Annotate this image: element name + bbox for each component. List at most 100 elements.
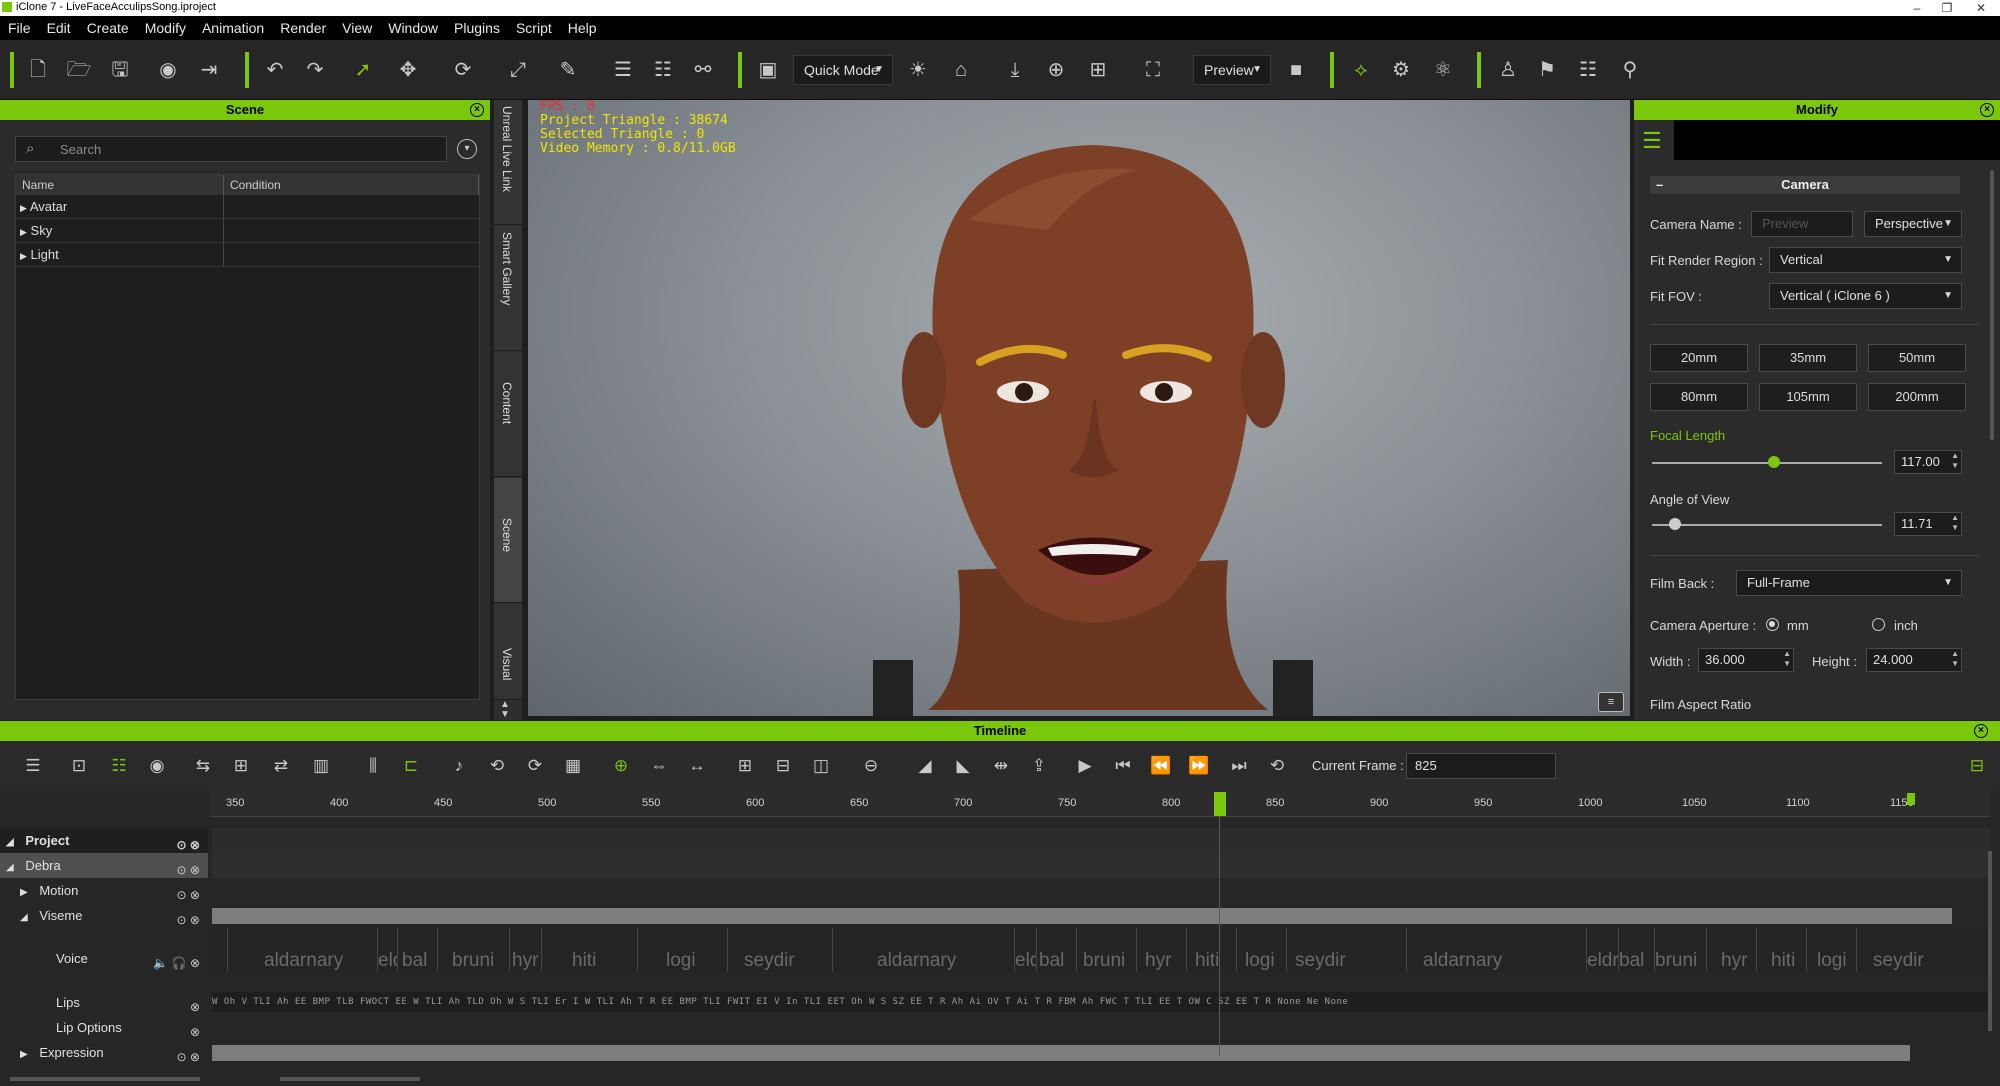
current-frame-input[interactable]: 825	[1406, 753, 1556, 779]
close-icon[interactable]: ×	[470, 103, 484, 117]
voice-clip[interactable]: aldarnary	[1406, 928, 1586, 972]
track-debra[interactable]: ◢ Debra ⊙ ⊗	[0, 853, 208, 878]
track-hscroll[interactable]	[10, 1077, 200, 1081]
track-viseme[interactable]: ◢ Viseme ⊙ ⊗	[0, 903, 208, 928]
voice-clip[interactable]: aldarnary	[227, 928, 377, 972]
voice-clip[interactable]: seydir	[727, 928, 832, 972]
track-voice[interactable]: Voice 🔈 🎧 ⊗	[0, 946, 208, 971]
focal-length-knob[interactable]	[1767, 456, 1780, 468]
undo-icon[interactable]: ↶	[262, 57, 288, 83]
select-arrow-icon[interactable]: ➚	[350, 57, 376, 83]
mark-in-icon[interactable]: ◢	[914, 755, 936, 777]
spin-arrows-icon[interactable]: ▲ ▼	[1783, 649, 1791, 669]
voice-clip[interactable]: hyr	[1706, 928, 1756, 972]
move-icon[interactable]: ✥	[395, 57, 421, 83]
timeline-vscroll[interactable]	[1988, 851, 1992, 1031]
motion-puppet-icon[interactable]: ⚙	[1388, 57, 1414, 83]
crowd-icon[interactable]: ⚛	[1430, 57, 1456, 83]
spin-arrows-icon[interactable]: ▲ ▼	[1951, 513, 1959, 533]
projection-dropdown[interactable]: Perspective ▼	[1864, 211, 1962, 237]
aperture-height-input[interactable]: 24.000 ▲ ▼	[1866, 648, 1962, 672]
tab-visual[interactable]: Visual	[494, 604, 522, 700]
lens-20mm-button[interactable]: 20mm	[1650, 344, 1748, 372]
track-toggle-icons[interactable]: ⊙ ⊗	[177, 908, 200, 933]
voice-lane[interactable]: aldarnary eld bal bruni hyr hiti logi se…	[212, 928, 1990, 972]
lip-options-lane[interactable]	[212, 1015, 1990, 1040]
camera-name-input[interactable]: Preview	[1751, 211, 1853, 237]
project-lane[interactable]	[212, 828, 1990, 853]
tree-item-avatar[interactable]: ▶ Avatar	[16, 195, 479, 219]
voice-clip[interactable]: bruni	[437, 928, 509, 972]
split-icon[interactable]: ⫼	[362, 755, 384, 777]
spin-arrows-icon[interactable]: ▲ ▼	[1951, 649, 1959, 669]
expand-arrow-icon[interactable]: ▶	[16, 251, 27, 261]
link-icon[interactable]: ⚯	[690, 57, 716, 83]
range-fit-icon[interactable]: ⇹	[990, 755, 1012, 777]
calendar-icon[interactable]: ▦	[562, 755, 584, 777]
focal-length-input[interactable]: 117.00 ▲ ▼	[1894, 450, 1962, 474]
previous-frame-icon[interactable]: ⏪	[1150, 755, 1172, 777]
voice-clip[interactable]: hiti	[541, 928, 637, 972]
lips-lane[interactable]: W Oh V TLI Ah EE BMP TLB FWOCT EE W TLI …	[212, 992, 1990, 1012]
lens-35mm-button[interactable]: 35mm	[1759, 344, 1857, 372]
filter-dropdown-icon[interactable]: ▾	[457, 139, 477, 159]
close-icon[interactable]: ×	[1980, 103, 1994, 117]
light-icon[interactable]: ☀	[905, 57, 931, 83]
zoom-out-icon[interactable]: ⊖	[860, 755, 882, 777]
fit-render-dropdown[interactable]: Vertical ▼	[1769, 247, 1962, 273]
expand-arrow-icon[interactable]: ▶	[0, 887, 28, 898]
track-lip-options[interactable]: Lip Options ⊗	[0, 1015, 208, 1040]
expand-arrow-icon[interactable]: ▶	[16, 227, 27, 237]
stretch-icon[interactable]: ↔	[686, 755, 708, 777]
tab-unreal-live-link[interactable]: Unreal Live Link	[494, 100, 522, 225]
plugin-icon[interactable]: ⚲	[1617, 57, 1643, 83]
voice-clip[interactable]: bruni	[1076, 928, 1136, 972]
aperture-inch-radio[interactable]	[1872, 618, 1885, 631]
break-icon[interactable]: ◫	[810, 755, 832, 777]
mode-dropdown[interactable]: Quick Mode ▼	[793, 55, 893, 85]
close-icon[interactable]: ×	[1974, 724, 1988, 738]
expression-clip[interactable]	[212, 1045, 1910, 1061]
fit-fov-dropdown[interactable]: Vertical ( iClone 6 ) ▼	[1769, 283, 1962, 309]
menu-file[interactable]: File	[0, 16, 39, 40]
voice-clip[interactable]: hiti	[1186, 928, 1236, 972]
film-back-dropdown[interactable]: Full-Frame ▼	[1736, 570, 1962, 596]
open-folder-icon[interactable]: 🗁	[66, 57, 92, 83]
next-frame-icon[interactable]: ⏩	[1188, 755, 1210, 777]
track-project[interactable]: ◢ Project ⊙ ⊗	[0, 828, 208, 853]
expand-arrow-icon[interactable]: ◢	[0, 837, 14, 848]
mark-out-icon[interactable]: ◣	[952, 755, 974, 777]
loop-mode-icon[interactable]: ⟲	[1266, 755, 1288, 777]
properties-sliders-icon[interactable]: ☰	[1642, 128, 1662, 154]
track-expression[interactable]: ▶ Expression ⊙ ⊗	[0, 1040, 208, 1065]
play-icon[interactable]: ▶	[1074, 755, 1096, 777]
menu-help[interactable]: Help	[560, 16, 605, 40]
track-list-icon[interactable]: ☰	[22, 755, 44, 777]
bone-edit-icon[interactable]: ⟡	[1348, 57, 1374, 83]
debra-lane[interactable]	[212, 853, 1990, 878]
camera-frame-icon[interactable]: ⊞	[1085, 57, 1111, 83]
expand-arrow-icon[interactable]: ▶	[16, 203, 27, 213]
column-header-name[interactable]: Name	[16, 175, 224, 195]
voice-clip[interactable]: seydir	[1856, 928, 1951, 972]
voice-clip[interactable]: hiti	[1756, 928, 1806, 972]
clipboard-icon[interactable]: ▥	[310, 755, 332, 777]
menu-window[interactable]: Window	[380, 16, 446, 40]
maximize-button[interactable]: ❐	[1932, 0, 1962, 16]
last-frame-icon[interactable]: ⏭	[1228, 755, 1250, 777]
voice-clip[interactable]: seydir	[1286, 928, 1406, 972]
motion-lane[interactable]	[212, 878, 1990, 903]
column-header-condition[interactable]: Condition	[224, 175, 479, 195]
angle-of-view-input[interactable]: 11.71 ▲ ▼	[1894, 512, 1962, 536]
menu-animation[interactable]: Animation	[194, 16, 272, 40]
menu-create[interactable]: Create	[79, 16, 137, 40]
distribute-icon[interactable]: ☷	[650, 57, 676, 83]
close-window-button[interactable]: ✕	[1966, 0, 1996, 16]
show-tracks-icon[interactable]: ☷	[108, 755, 130, 777]
repeat-icon[interactable]: ⟳	[524, 755, 546, 777]
angle-of-view-knob[interactable]	[1669, 518, 1681, 530]
end-marker[interactable]	[1907, 793, 1915, 805]
voice-clip[interactable]: aldarnary	[832, 928, 1014, 972]
track-toggle-icons[interactable]: ⊙ ⊗	[177, 1045, 200, 1070]
menu-plugins[interactable]: Plugins	[446, 16, 508, 40]
